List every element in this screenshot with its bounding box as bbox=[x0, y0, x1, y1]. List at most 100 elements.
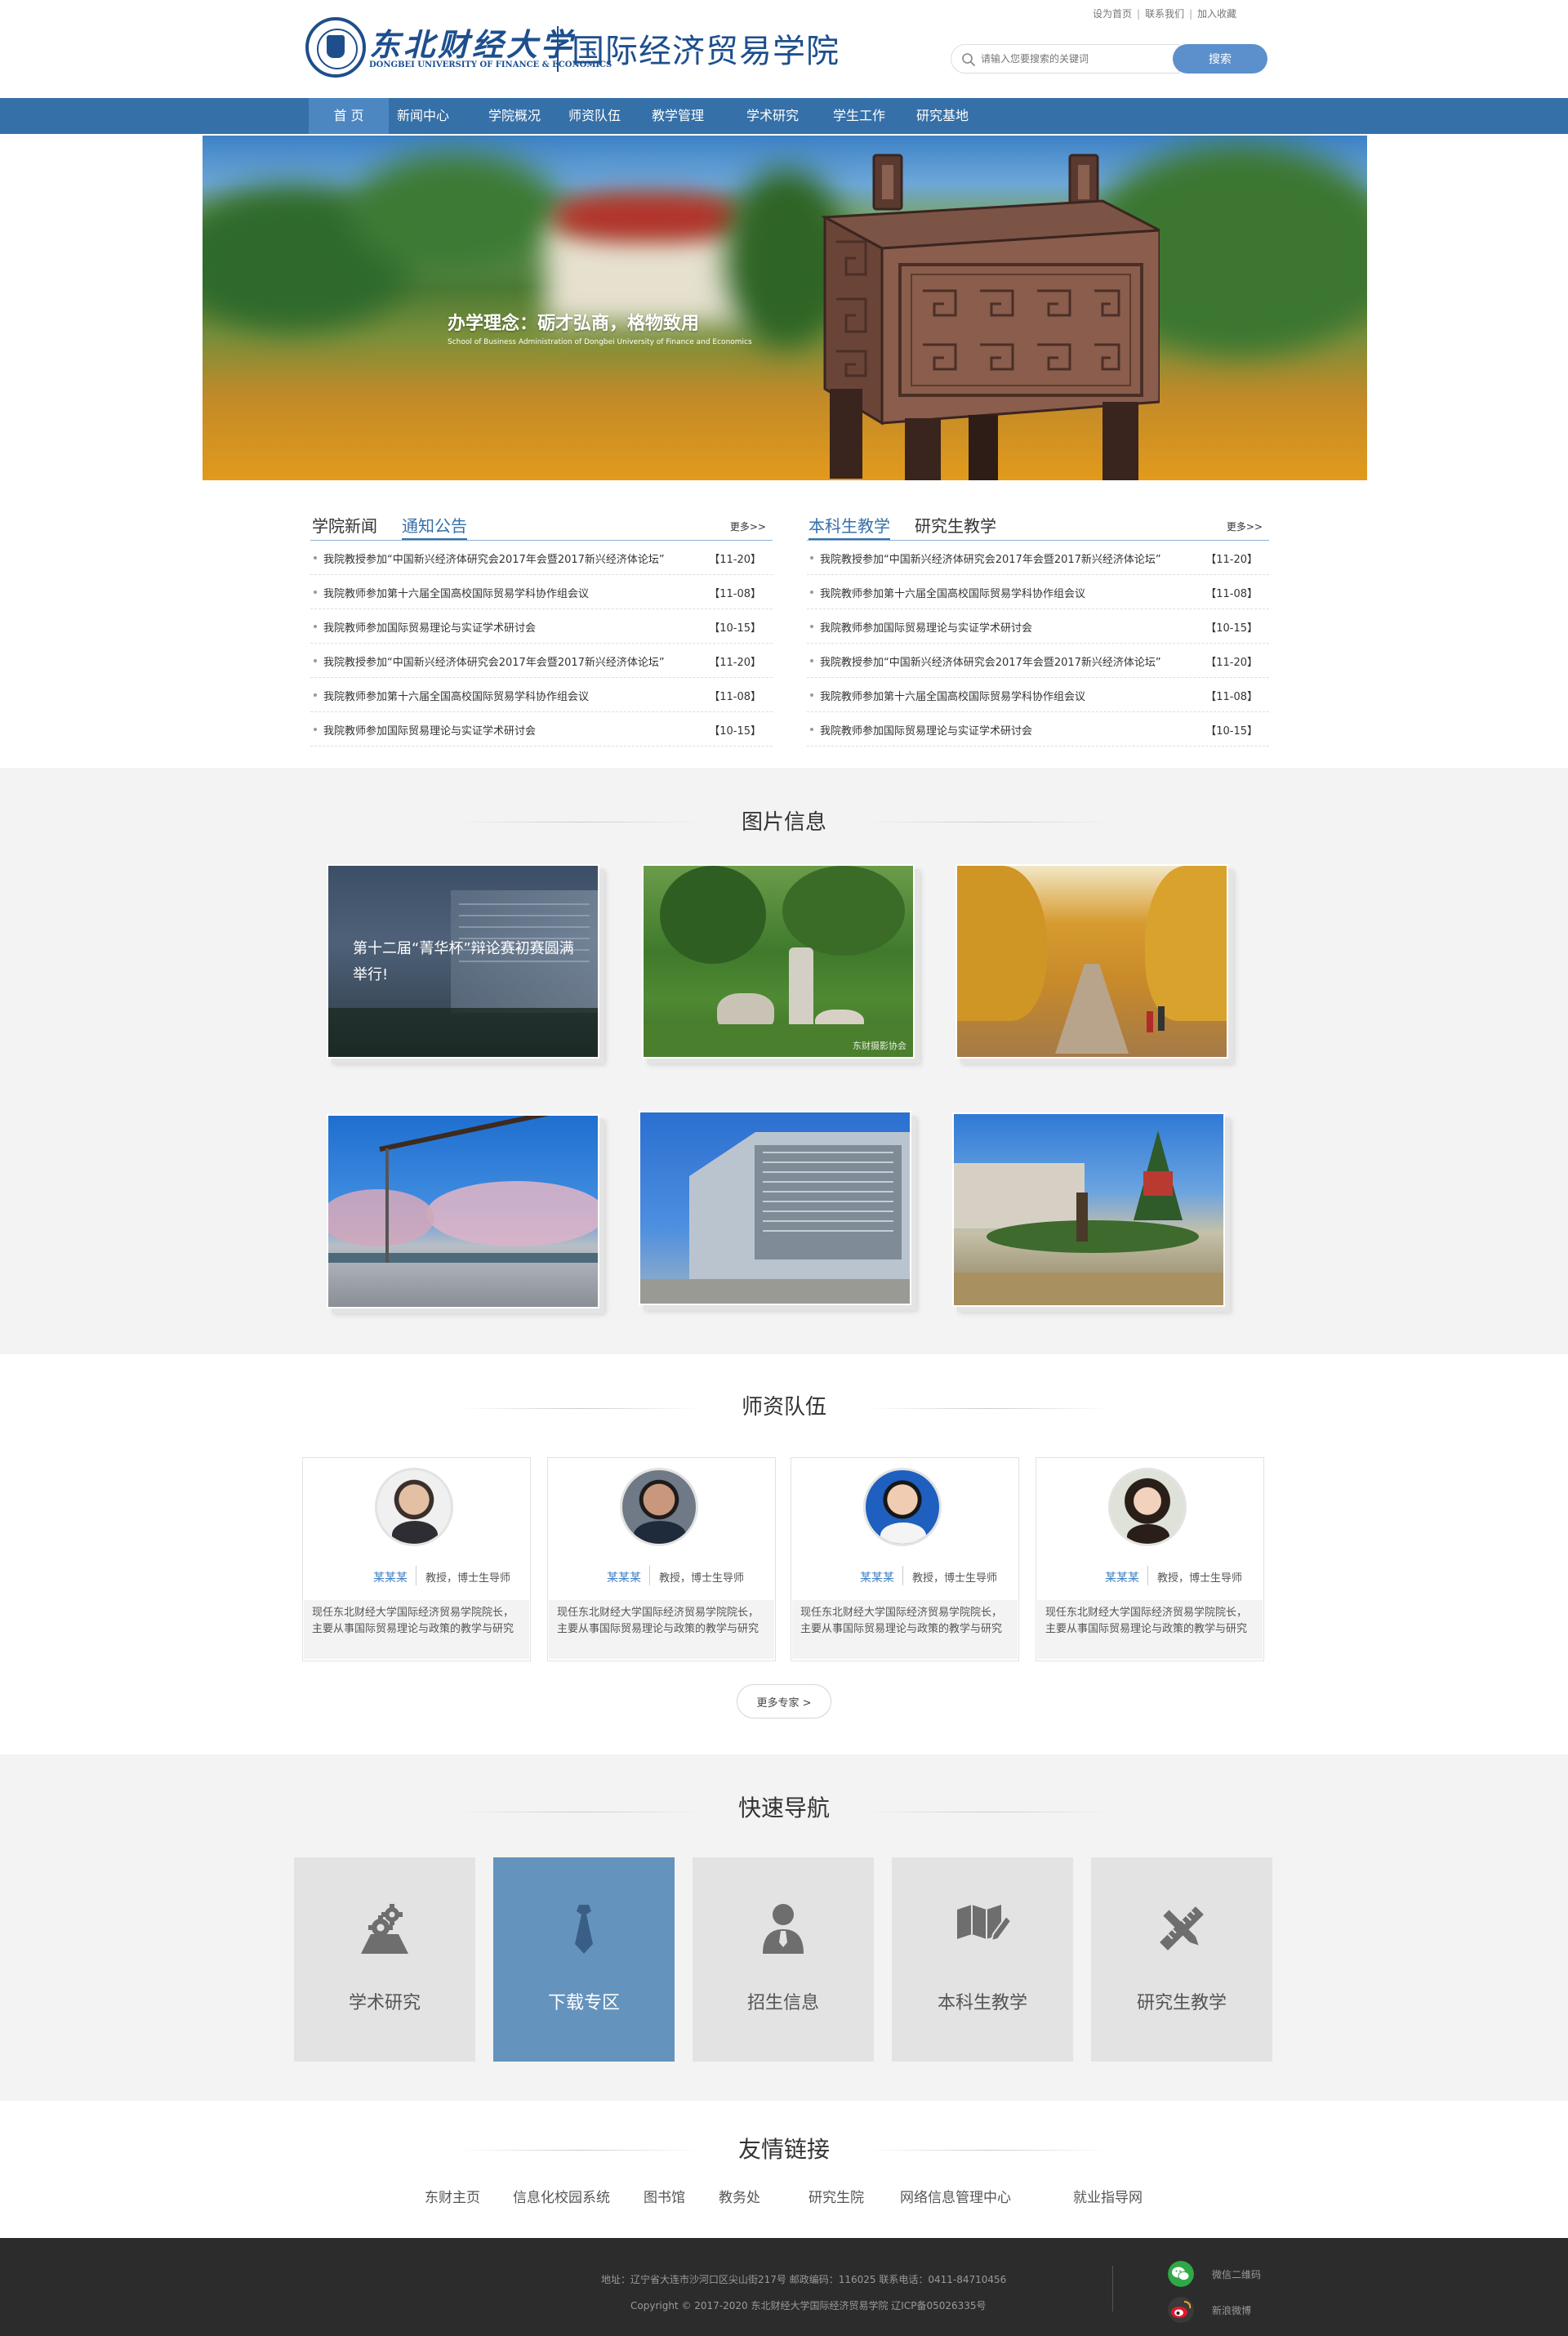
teacher-name: 某某某 bbox=[607, 1571, 641, 1585]
footer-address: 地址：辽宁省大连市沙河口区尖山街217号 邮政编码：116025 联系电话：04… bbox=[601, 2274, 1007, 2285]
link-career-guidance[interactable]: 就业指导网 bbox=[1073, 2186, 1143, 2206]
search-input[interactable] bbox=[981, 49, 1167, 69]
nav-item-research[interactable]: 学术研究 bbox=[738, 98, 807, 134]
teacher-avatar bbox=[375, 1468, 453, 1546]
weibo-label: 新浪微博 bbox=[1212, 2305, 1252, 2316]
quicknav-graduate-teaching[interactable]: 研究生教学 bbox=[1091, 1857, 1272, 2062]
nav-item-research-base[interactable]: 研究基地 bbox=[908, 98, 977, 134]
teacher-card[interactable]: 某某某 教授，博士生导师 现任东北财经大学国际经济贸易学院院长，主要从事国际贸易… bbox=[302, 1457, 531, 1661]
teacher-bio: 现任东北财经大学国际经济贸易学院院长，主要从事国际贸易理论与政策的教学与研究 bbox=[549, 1600, 774, 1659]
section-title-photos: 图片信息 bbox=[741, 810, 826, 835]
quicknav-label: 学术研究 bbox=[348, 1993, 421, 2013]
teacher-title: 教授，博士生导师 bbox=[425, 1572, 511, 1585]
footer-copyright: Copyright © 2017-2020 东北财经大学国际经济贸易学院 辽IC… bbox=[630, 2300, 987, 2311]
teacher-divider bbox=[649, 1566, 650, 1585]
teacher-card[interactable]: 某某某 教授，博士生导师 现任东北财经大学国际经济贸易学院院长，主要从事国际贸易… bbox=[791, 1457, 1019, 1661]
cherry-blossom-plaza-photo bbox=[328, 1116, 598, 1307]
link-dufe-home[interactable]: 东财主页 bbox=[425, 2186, 480, 2206]
news-more-link[interactable]: 更多>> bbox=[1227, 519, 1263, 533]
news-item[interactable]: 我院教师参加第十六届全国高校国际贸易学科协作组会议 【11-08】 bbox=[310, 575, 773, 609]
photo-section: 图片信息 第十二届“菁华杯”辩论赛初赛圆满举行! 东财摄影协会 bbox=[0, 768, 1568, 1354]
quicknav-academic-research[interactable]: 学术研究 bbox=[294, 1857, 475, 2062]
photo-card[interactable] bbox=[956, 864, 1228, 1059]
news-item[interactable]: 我院教授参加“中国新兴经济体研究会2017年会暨2017新兴经济体论坛” 【11-… bbox=[807, 644, 1269, 678]
statue-garden-photo bbox=[954, 1114, 1223, 1305]
weibo-icon bbox=[1168, 2297, 1194, 2323]
search-box bbox=[951, 44, 1179, 74]
teacher-title: 教授，博士生导师 bbox=[912, 1572, 998, 1585]
link-library[interactable]: 图书馆 bbox=[644, 2186, 685, 2206]
nav-item-student-work[interactable]: 学生工作 bbox=[825, 98, 893, 134]
nav-item-news-center[interactable]: 新闻中心 bbox=[389, 98, 457, 134]
link-academic-affairs[interactable]: 教务处 bbox=[719, 2186, 760, 2206]
campus-stone-garden-photo: 东财摄影协会 bbox=[644, 866, 913, 1057]
quicknav-label: 招生信息 bbox=[746, 1993, 819, 2013]
quicknav-admissions[interactable]: 招生信息 bbox=[693, 1857, 874, 2062]
hero-banner[interactable]: 办学理念：砺才弘商，格物致用 School of Business Admini… bbox=[203, 136, 1367, 480]
search-button[interactable]: 搜索 bbox=[1173, 44, 1267, 74]
news-item[interactable]: 我院教师参加第十六届全国高校国际贸易学科协作组会议 【11-08】 bbox=[807, 575, 1269, 609]
nav-item-faculty[interactable]: 师资队伍 bbox=[560, 98, 629, 134]
news-more-link[interactable]: 更多>> bbox=[730, 519, 766, 533]
link-graduate-school[interactable]: 研究生院 bbox=[808, 2186, 864, 2206]
photo-card[interactable] bbox=[952, 1112, 1225, 1307]
news-item[interactable]: 我院教授参加“中国新兴经济体研究会2017年会暨2017新兴经济体论坛” 【11-… bbox=[807, 541, 1269, 575]
library-building-photo bbox=[640, 1112, 910, 1304]
footer-weibo[interactable]: 新浪微博 bbox=[1168, 2297, 1323, 2323]
site-header: 东北财经大学 DONGBEI UNIVERSITY OF FINANCE & E… bbox=[0, 0, 1568, 98]
university-seal-logo[interactable] bbox=[305, 17, 366, 78]
banner-title: 办学理念：砺才弘商，格物致用 bbox=[448, 314, 700, 334]
news-item[interactable]: 我院教师参加国际贸易理论与实证学术研讨会 【10-15】 bbox=[310, 712, 773, 747]
news-item[interactable]: 我院教师参加第十六届全国高校国际贸易学科协作组会议 【11-08】 bbox=[807, 678, 1269, 712]
tab-graduate-teaching[interactable]: 研究生教学 bbox=[915, 513, 996, 537]
link-network-center[interactable]: 网络信息管理中心 bbox=[900, 2186, 1011, 2206]
news-tabs: 本科生教学 研究生教学 更多>> bbox=[807, 510, 1269, 541]
section-title-quicknav: 快速导航 bbox=[737, 1794, 830, 1821]
set-homepage-link[interactable]: 设为首页 bbox=[1093, 8, 1132, 20]
tab-undergrad-teaching[interactable]: 本科生教学 bbox=[808, 513, 890, 540]
quicknav-download-zone[interactable]: 下载专区 bbox=[493, 1857, 675, 2062]
footer-wechat[interactable]: 微信二维码 bbox=[1168, 2261, 1323, 2287]
news-item[interactable]: 我院教授参加“中国新兴经济体研究会2017年会暨2017新兴经济体论坛” 【11-… bbox=[310, 644, 773, 678]
research-gears-icon bbox=[361, 1904, 408, 1954]
photo-card[interactable]: 东财摄影协会 bbox=[642, 864, 915, 1059]
tab-college-news[interactable]: 学院新闻 bbox=[312, 513, 377, 537]
teacher-divider bbox=[902, 1566, 903, 1585]
photo-card[interactable] bbox=[327, 1114, 599, 1308]
person-icon bbox=[763, 1904, 804, 1954]
site-footer: 地址：辽宁省大连市沙河口区尖山街217号 邮政编码：116025 联系电话：04… bbox=[0, 2238, 1568, 2336]
logo-divider bbox=[557, 26, 559, 72]
add-favorite-link[interactable]: 加入收藏 bbox=[1197, 8, 1236, 20]
nav-item-college-overview[interactable]: 学院概况 bbox=[480, 98, 549, 134]
teacher-divider bbox=[1147, 1566, 1148, 1585]
necktie-download-icon bbox=[575, 1905, 593, 1954]
news-item[interactable]: 我院教师参加国际贸易理论与实证学术研讨会 【10-15】 bbox=[310, 609, 773, 644]
teacher-title: 教授，博士生导师 bbox=[1157, 1572, 1243, 1585]
teacher-title: 教授，博士生导师 bbox=[659, 1572, 745, 1585]
wechat-label: 微信二维码 bbox=[1212, 2269, 1262, 2280]
more-experts-button[interactable]: 更多专家 > bbox=[737, 1684, 831, 1719]
section-title-faculty: 师资队伍 bbox=[741, 1395, 826, 1420]
bronze-ding-sculpture-image bbox=[820, 154, 1160, 480]
news-item[interactable]: 我院教师参加国际贸易理论与实证学术研讨会 【10-15】 bbox=[807, 609, 1269, 644]
photo-card[interactable] bbox=[639, 1111, 911, 1305]
teacher-name: 某某某 bbox=[1105, 1571, 1139, 1585]
nav-item-home[interactable]: 首 页 bbox=[309, 98, 389, 134]
quicknav-undergrad-teaching[interactable]: 本科生教学 bbox=[892, 1857, 1073, 2062]
nav-item-teaching[interactable]: 教学管理 bbox=[644, 98, 712, 134]
link-digital-campus[interactable]: 信息化校园系统 bbox=[513, 2186, 610, 2206]
news-list: 我院教授参加“中国新兴经济体研究会2017年会暨2017新兴经济体论坛” 【11-… bbox=[807, 541, 1269, 747]
contact-us-link[interactable]: 联系我们 bbox=[1145, 8, 1184, 20]
news-panel-right: 本科生教学 研究生教学 更多>> 我院教授参加“中国新兴经济体研究会2017年会… bbox=[807, 510, 1269, 747]
teacher-card[interactable]: 某某某 教授，博士生导师 现任东北财经大学国际经济贸易学院院长，主要从事国际贸易… bbox=[547, 1457, 776, 1661]
news-item[interactable]: 我院教授参加“中国新兴经济体研究会2017年会暨2017新兴经济体论坛” 【11-… bbox=[310, 541, 773, 575]
tab-notices[interactable]: 通知公告 bbox=[402, 513, 467, 540]
teacher-bio: 现任东北财经大学国际经济贸易学院院长，主要从事国际贸易理论与政策的教学与研究 bbox=[1037, 1600, 1263, 1659]
debate-building-photo: 第十二届“菁华杯”辩论赛初赛圆满举行! bbox=[328, 866, 598, 1057]
news-item[interactable]: 我院教师参加第十六届全国高校国际贸易学科协作组会议 【11-08】 bbox=[310, 678, 773, 712]
photo-card[interactable]: 第十二届“菁华杯”辩论赛初赛圆满举行! bbox=[327, 864, 599, 1059]
university-name-logo[interactable]: 东北财经大学 bbox=[369, 20, 575, 65]
news-item[interactable]: 我院教师参加国际贸易理论与实证学术研讨会 【10-15】 bbox=[807, 712, 1269, 747]
search-icon bbox=[962, 53, 975, 66]
teacher-card[interactable]: 某某某 教授，博士生导师 现任东北财经大学国际经济贸易学院院长，主要从事国际贸易… bbox=[1036, 1457, 1264, 1661]
